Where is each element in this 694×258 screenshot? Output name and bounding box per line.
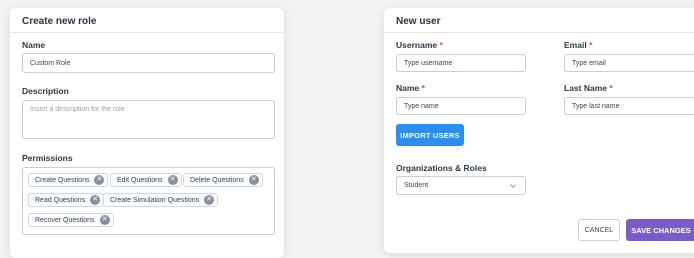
permission-chip: Delete Questions ✕ xyxy=(183,173,263,187)
import-users-button[interactable]: IMPORT USERS xyxy=(396,124,464,146)
save-changes-button[interactable]: SAVE CHANGES xyxy=(626,219,694,241)
last-name-placeholder: Type last name xyxy=(572,102,620,110)
role-name-input[interactable]: Custom Role xyxy=(22,53,275,73)
email-label: Email * xyxy=(564,40,593,50)
username-placeholder: Type username xyxy=(404,59,453,67)
card-title: New user xyxy=(396,16,441,27)
remove-chip-icon[interactable]: ✕ xyxy=(90,195,101,205)
new-user-card: New user Username * Type username Email … xyxy=(384,8,694,253)
divider xyxy=(384,32,694,33)
org-role-selected: Student xyxy=(404,182,429,189)
permission-chip-label: Create Simulation Questions xyxy=(110,196,200,204)
username-input[interactable]: Type username xyxy=(396,54,526,72)
permission-chip-label: Create Questions xyxy=(35,176,90,184)
description-textarea[interactable]: Insert a description for the role xyxy=(22,100,275,139)
remove-chip-icon[interactable]: ✕ xyxy=(204,195,215,205)
role-name-value: Custom Role xyxy=(30,59,71,67)
last-name-input[interactable]: Type last name xyxy=(564,97,694,115)
permission-chip-label: Read Questions xyxy=(35,196,86,204)
name-input[interactable]: Type name xyxy=(396,97,526,115)
permissions-label: Permissions xyxy=(22,153,73,163)
description-label: Description xyxy=(22,86,69,96)
name-label: Name xyxy=(22,40,46,50)
permission-chip: Read Questions ✕ xyxy=(28,193,105,207)
description-placeholder: Insert a description for the role xyxy=(30,106,125,113)
card-title: Create new role xyxy=(22,16,97,27)
permission-chip-label: Edit Questions xyxy=(117,176,163,184)
email-placeholder: Type email xyxy=(572,59,606,67)
remove-chip-icon[interactable]: ✕ xyxy=(94,175,105,185)
permission-chip: Edit Questions ✕ xyxy=(110,173,182,187)
permission-chip-label: Recover Questions xyxy=(35,216,95,224)
permissions-multiselect[interactable]: Create Questions ✕ Edit Questions ✕ Dele… xyxy=(22,167,275,235)
org-role-select[interactable]: Student xyxy=(396,176,526,195)
permission-chip: Recover Questions ✕ xyxy=(28,213,114,227)
name-label: Name * xyxy=(396,83,425,93)
remove-chip-icon[interactable]: ✕ xyxy=(248,175,259,185)
chevron-down-icon xyxy=(510,183,516,188)
cancel-button[interactable]: CANCEL xyxy=(578,219,620,241)
divider xyxy=(10,32,284,33)
remove-chip-icon[interactable]: ✕ xyxy=(99,215,110,225)
org-roles-label: Organizations & Roles xyxy=(396,163,487,173)
permission-chip: Create Questions ✕ xyxy=(28,173,109,187)
create-role-card: Create new role Name Custom Role Descrip… xyxy=(10,8,284,258)
username-label: Username * xyxy=(396,40,443,50)
remove-chip-icon[interactable]: ✕ xyxy=(167,175,178,185)
email-input[interactable]: Type email xyxy=(564,54,694,72)
permission-chip-label: Delete Questions xyxy=(190,176,244,184)
last-name-label: Last Name * xyxy=(564,83,613,93)
permission-chip: Create Simulation Questions ✕ xyxy=(103,193,219,207)
name-placeholder: Type name xyxy=(404,102,439,110)
